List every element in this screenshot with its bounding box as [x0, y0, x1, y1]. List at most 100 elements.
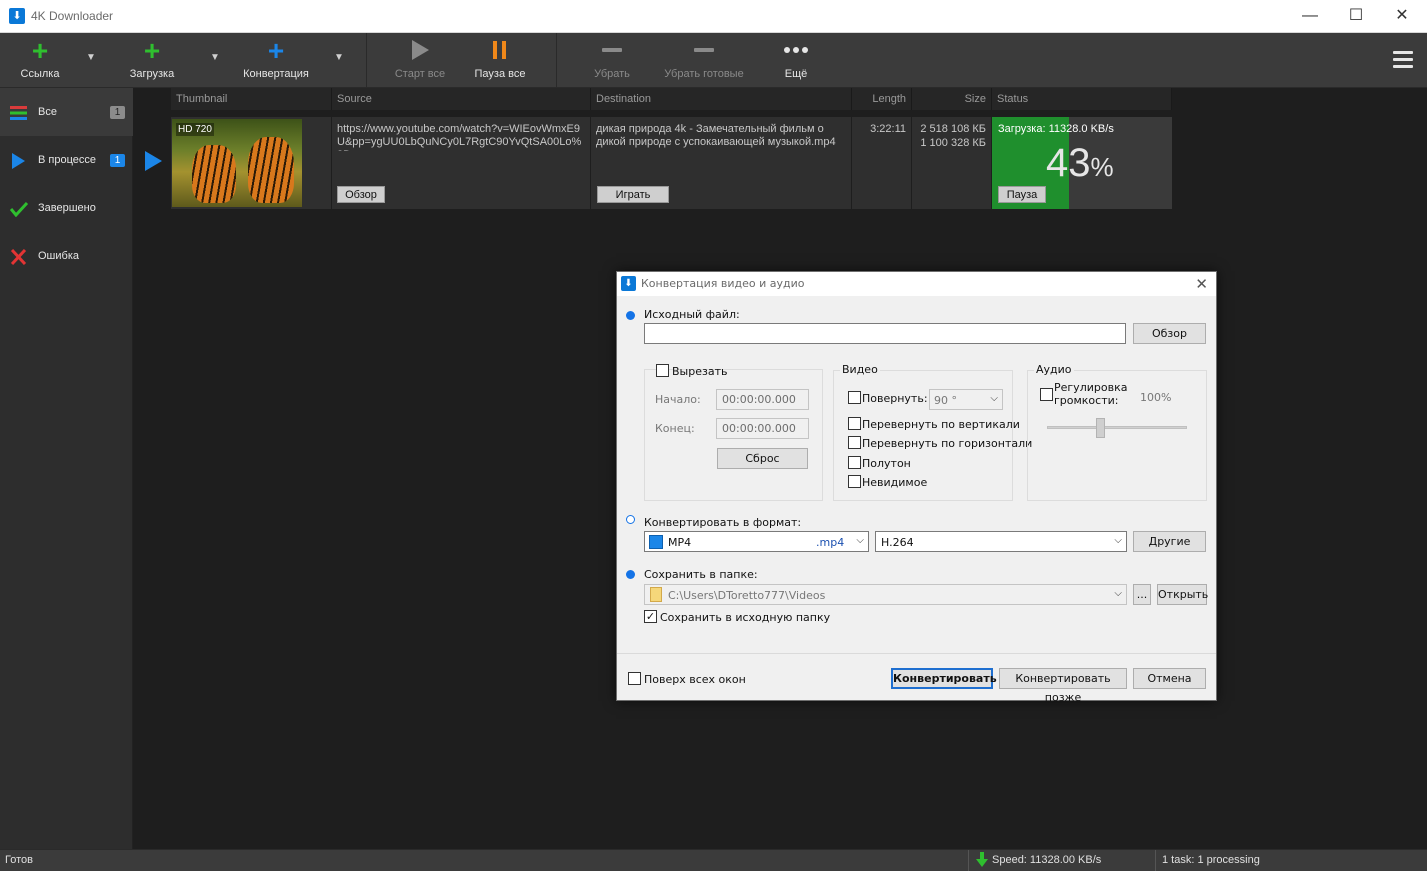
column-header-status[interactable]: Status — [992, 88, 1172, 110]
size-downloaded: 1 100 328 КБ — [920, 137, 986, 149]
reset-button[interactable]: Сброс — [717, 448, 808, 469]
column-header-length[interactable]: Length — [852, 88, 912, 110]
always-on-top-label: Поверх всех окон — [644, 673, 746, 686]
sidebar-item-all[interactable]: Все 1 — [0, 88, 133, 136]
source-file-label: Исходный файл: — [644, 308, 740, 321]
app-download-icon: ⬇ — [9, 8, 25, 24]
more-dots-icon — [764, 39, 828, 63]
toolbar: + Ссылка ▼ + Загрузка ▼ + Конвертация ▼ … — [0, 33, 1427, 88]
toolbar-separator — [366, 33, 367, 88]
pause-download-button[interactable]: Пауза — [998, 186, 1046, 203]
volume-label-line1: Регулировка — [1054, 381, 1128, 394]
volume-slider-thumb[interactable] — [1096, 418, 1105, 438]
convert-now-button[interactable]: Конвертировать — [891, 668, 997, 689]
play-file-button[interactable]: Играть — [597, 186, 669, 203]
format-select[interactable]: MP4 .mp4 ⌵ — [644, 531, 869, 552]
checkmark-icon — [9, 201, 29, 218]
play-icon — [388, 39, 452, 63]
sidebar-item-error[interactable]: Ошибка — [0, 232, 133, 280]
audio-group-title: Аудио — [1034, 363, 1074, 376]
save-radio-dot — [626, 570, 635, 579]
count-badge: 1 — [110, 106, 125, 119]
source-browse-button[interactable]: Обзор — [1133, 323, 1206, 344]
rotate-label: Повернуть: — [862, 392, 928, 405]
volume-checkbox[interactable] — [1040, 388, 1053, 401]
rotate-checkbox[interactable] — [848, 391, 861, 404]
remove-done-button[interactable]: Убрать готовые — [656, 33, 752, 88]
source-url: https://www.youtube.com/watch?v=WIEovWmx… — [337, 123, 582, 151]
plus-icon: + — [143, 35, 161, 66]
flip-vertical-checkbox[interactable] — [848, 417, 861, 430]
save-source-folder-label: Сохранить в исходную папку — [660, 611, 831, 624]
cancel-button[interactable]: Отмена — [1133, 668, 1206, 689]
save-source-folder-checkbox[interactable]: ✓ — [644, 610, 657, 623]
format-radio-dot[interactable] — [626, 515, 635, 524]
format-label: Конвертировать в формат: — [644, 516, 802, 529]
film-icon — [649, 535, 663, 549]
table-row[interactable]: HD 720 https://www.youtube.com/watch?v=W… — [171, 117, 1172, 209]
browse-folder-button[interactable]: ... — [1133, 584, 1151, 605]
status-ready: Готов — [5, 854, 33, 866]
menu-icon[interactable] — [1393, 51, 1413, 69]
halftone-label: Полутон — [862, 457, 911, 470]
convert-button[interactable]: + Конвертация — [236, 33, 316, 88]
column-header-destination[interactable]: Destination — [591, 88, 852, 110]
more-button[interactable]: Ещё — [764, 33, 828, 88]
start-all-button[interactable]: Старт все — [388, 33, 452, 88]
source-radio-dot — [626, 311, 635, 320]
open-folder-button[interactable]: Открыть — [1157, 584, 1208, 605]
dialog-title: Конвертация видео и аудио — [641, 277, 805, 290]
convert-dropdown-caret[interactable]: ▼ — [332, 51, 346, 65]
toolbar-separator — [556, 33, 557, 88]
destination-cell: дикая природа 4k - Замечательный фильм о… — [591, 117, 852, 209]
window-title: 4K Downloader — [31, 9, 114, 23]
add-download-button[interactable]: + Загрузка — [120, 33, 184, 88]
column-header-thumbnail[interactable]: Thumbnail — [171, 88, 332, 110]
link-dropdown-caret[interactable]: ▼ — [84, 51, 98, 65]
video-group-title: Видео — [840, 363, 880, 376]
cut-checkbox[interactable] — [656, 364, 669, 377]
source-file-input[interactable] — [644, 323, 1126, 344]
flip-horizontal-label: Перевернуть по горизонтали — [862, 437, 1033, 450]
volume-slider-track[interactable] — [1047, 426, 1187, 429]
folder-icon — [650, 587, 662, 602]
column-header-source[interactable]: Source — [332, 88, 591, 110]
download-dropdown-caret[interactable]: ▼ — [208, 51, 222, 65]
pause-all-button[interactable]: Пауза все — [468, 33, 532, 88]
codec-select[interactable]: H.264 ⌵ — [875, 531, 1127, 552]
other-formats-button[interactable]: Другие — [1133, 531, 1206, 552]
dialog-close-button[interactable]: ✕ — [1195, 275, 1208, 293]
thumbnail-cell: HD 720 — [171, 117, 332, 209]
status-bar: Готов Speed: 11328.00 KB/s 1 task: 1 pro… — [0, 849, 1427, 871]
start-time-input[interactable]: 00:00:00.000 — [716, 389, 809, 410]
remove-button[interactable]: Убрать — [580, 33, 644, 88]
save-folder-select[interactable]: C:\Users\DToretto777\Videos ⌵ — [644, 584, 1127, 605]
sidebar-item-completed[interactable]: Завершено — [0, 184, 133, 232]
length-cell: 3:22:11 — [852, 117, 912, 209]
convert-later-button[interactable]: Конвертировать позже — [999, 668, 1127, 704]
volume-value: 100% — [1140, 391, 1172, 404]
source-browse-button[interactable]: Обзор — [337, 186, 385, 203]
rotate-select[interactable]: 90 ° ⌵ — [929, 389, 1003, 410]
minimize-button[interactable]: — — [1287, 0, 1333, 32]
active-download-play-icon — [145, 151, 162, 171]
count-badge: 1 — [110, 154, 125, 167]
add-link-button[interactable]: + Ссылка — [8, 33, 72, 88]
maximize-button[interactable]: ☐ — [1333, 0, 1379, 32]
save-folder-label: Сохранить в папке: — [644, 568, 758, 581]
cut-label: Вырезать — [672, 365, 728, 378]
progress-percent: 43% — [1046, 141, 1114, 185]
convert-dialog: ⬇ Конвертация видео и аудио ✕ Исходный ф… — [616, 271, 1217, 704]
invisible-checkbox[interactable] — [848, 475, 861, 488]
column-header-size[interactable]: Size — [912, 88, 992, 110]
flip-horizontal-checkbox[interactable] — [848, 436, 861, 449]
chevron-down-icon: ⌵ — [990, 393, 998, 404]
dialog-divider — [617, 653, 1216, 654]
sidebar-item-in-progress[interactable]: В процессе 1 — [0, 136, 133, 184]
always-on-top-checkbox[interactable] — [628, 672, 641, 685]
video-thumbnail: HD 720 — [172, 119, 302, 207]
halftone-checkbox[interactable] — [848, 456, 861, 469]
close-button[interactable]: ✕ — [1379, 0, 1425, 32]
end-time-input[interactable]: 00:00:00.000 — [716, 418, 809, 439]
app-download-icon: ⬇ — [621, 276, 636, 291]
